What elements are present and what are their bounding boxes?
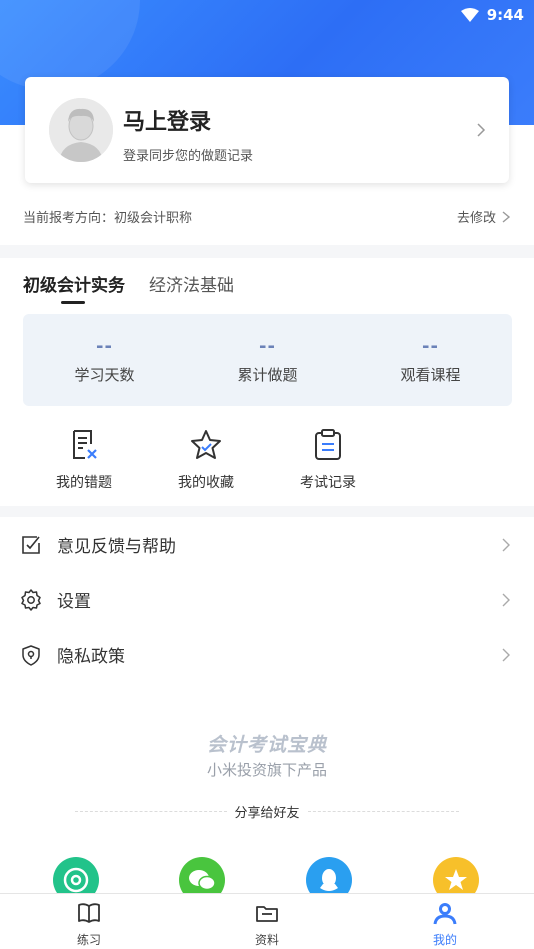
brand-block: 会计考试宝典 小米投资旗下产品	[0, 730, 534, 780]
stat-total-questions[interactable]: -- 累计做题	[186, 314, 349, 406]
stat-label: 学习天数	[74, 366, 135, 384]
quick-actions: 我的错题 我的收藏 考试记录	[23, 428, 389, 492]
star-icon	[191, 430, 221, 459]
tab-accounting-practice[interactable]: 初级会计实务	[23, 271, 125, 304]
my-wrong-questions-button[interactable]: 我的错题	[23, 428, 145, 492]
stat-value: --	[96, 336, 113, 357]
chevron-right-icon	[502, 538, 510, 551]
quick-action-label: 我的收藏	[178, 475, 234, 491]
exam-records-button[interactable]: 考试记录	[267, 428, 389, 492]
stat-label: 累计做题	[237, 366, 298, 384]
nav-label: 资料	[254, 933, 279, 947]
folder-icon	[256, 906, 278, 922]
feedback-icon	[22, 535, 40, 554]
study-stats-section: 初级会计实务 经济法基础 -- 学习天数 -- 累计做题 -- 观看课程 我的错…	[0, 258, 534, 506]
wifi-icon	[460, 8, 479, 22]
avatar	[49, 98, 113, 162]
brand-subtitle: 小米投资旗下产品	[206, 761, 327, 779]
menu-item-privacy[interactable]: 隐私政策	[0, 627, 534, 682]
nav-label: 练习	[76, 933, 101, 947]
share-targets	[0, 857, 534, 903]
shield-icon	[22, 644, 40, 666]
menu-item-label: 隐私政策	[57, 647, 125, 667]
status-bar: 9:44	[460, 4, 524, 26]
stat-study-days[interactable]: -- 学习天数	[23, 314, 186, 406]
book-icon	[78, 903, 100, 923]
edit-direction-label: 去修改	[456, 211, 496, 226]
login-title: 马上登录	[123, 110, 212, 135]
edit-direction-button[interactable]: 去修改	[457, 207, 512, 226]
stats-panel: -- 学习天数 -- 累计做题 -- 观看课程	[23, 314, 512, 406]
qq-icon	[320, 869, 338, 891]
nav-materials[interactable]: 资料	[232, 900, 302, 948]
chevron-right-icon	[502, 210, 511, 223]
divider-line	[75, 810, 227, 812]
nav-label: 我的	[432, 933, 457, 947]
stat-label: 观看课程	[400, 366, 461, 384]
login-card[interactable]: 马上登录 登录同步您的做题记录	[25, 77, 509, 183]
menu-item-feedback[interactable]: 意见反馈与帮助	[0, 517, 534, 572]
wechat-icon	[189, 870, 216, 891]
exam-direction-row: 当前报考方向：初级会计职称 去修改	[0, 195, 534, 235]
default-avatar-icon	[49, 98, 113, 162]
nav-practice[interactable]: 练习	[54, 900, 124, 948]
nav-profile[interactable]: 我的	[410, 900, 480, 948]
share-title: 分享给好友	[234, 805, 300, 821]
brand-name: 会计考试宝典	[206, 734, 327, 756]
stat-value: --	[422, 336, 439, 357]
moments-icon	[63, 867, 89, 893]
quick-action-label: 考试记录	[300, 475, 356, 491]
settings-menu: 意见反馈与帮助 设置 隐私政策	[0, 517, 534, 897]
chevron-right-icon	[502, 648, 510, 661]
stat-courses-watched[interactable]: -- 观看课程	[349, 314, 512, 406]
qzone-icon	[445, 869, 467, 890]
quick-action-label: 我的错题	[56, 475, 112, 491]
chevron-right-icon	[502, 593, 510, 606]
chevron-right-icon	[477, 123, 486, 137]
tab-economic-law[interactable]: 经济法基础	[149, 271, 234, 296]
divider-line	[307, 810, 460, 812]
status-time: 9:44	[486, 6, 524, 24]
bottom-navigation: 练习 资料 我的	[0, 893, 534, 949]
person-icon	[433, 903, 457, 925]
exam-direction-label: 当前报考方向：初级会计职称	[23, 211, 193, 226]
clipboard-icon	[315, 429, 341, 460]
menu-item-settings[interactable]: 设置	[0, 572, 534, 627]
share-divider: 分享给好友	[75, 801, 460, 821]
subject-tabs: 初级会计实务 经济法基础	[23, 271, 234, 304]
menu-item-label: 意见反馈与帮助	[57, 537, 176, 557]
menu-item-label: 设置	[57, 592, 91, 612]
stat-value: --	[259, 336, 276, 357]
gear-icon	[21, 588, 41, 611]
login-subtitle: 登录同步您的做题记录	[123, 149, 254, 164]
wrong-questions-icon	[73, 430, 97, 459]
my-favorites-button[interactable]: 我的收藏	[145, 428, 267, 492]
